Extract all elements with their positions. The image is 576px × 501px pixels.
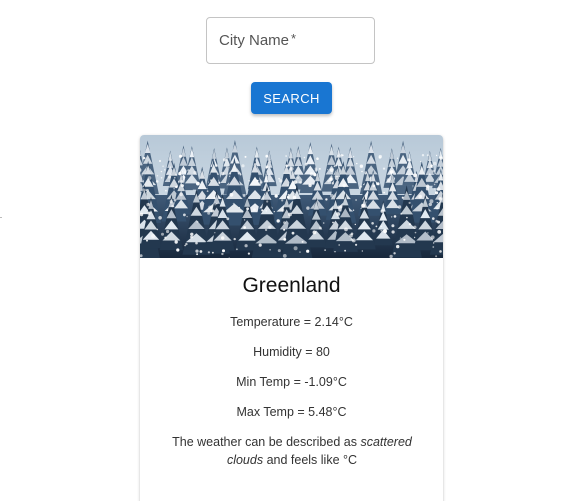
city-name-input[interactable]: City Name * bbox=[206, 17, 375, 64]
edge-mark bbox=[0, 217, 2, 218]
description-suffix: and feels like °C bbox=[263, 453, 358, 467]
city-title: Greenland bbox=[242, 274, 341, 297]
min-temp-text: Min Temp = -1.09°C bbox=[236, 375, 347, 389]
weather-card: Greenland Temperature = 2.14°C Humidity … bbox=[140, 135, 443, 501]
humidity-text: Humidity = 80 bbox=[253, 345, 330, 359]
snowy-forest-image bbox=[140, 135, 443, 258]
weather-app: City Name * SEARCH Greenland Temperature … bbox=[0, 0, 576, 501]
description-prefix: The weather can be described as bbox=[172, 435, 361, 449]
weather-description: The weather can be described as scattere… bbox=[162, 433, 422, 469]
max-temp-text: Max Temp = 5.48°C bbox=[236, 405, 347, 419]
temperature-text: Temperature = 2.14°C bbox=[230, 315, 353, 329]
search-button[interactable]: SEARCH bbox=[251, 82, 332, 114]
required-marker: * bbox=[291, 31, 297, 46]
city-name-placeholder: City Name bbox=[219, 32, 290, 49]
